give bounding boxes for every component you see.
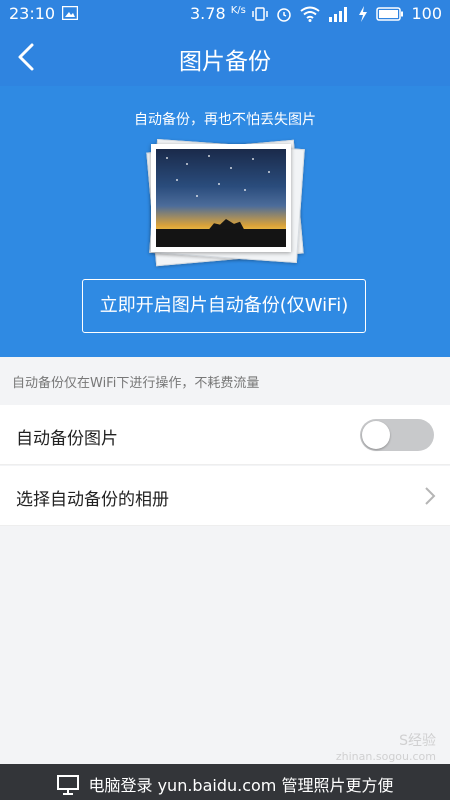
enable-auto-backup-button[interactable]: 立即开启图片自动备份(仅WiFi)	[82, 279, 366, 333]
auto-backup-toggle[interactable]	[360, 419, 434, 451]
app-bar: 图片备份	[0, 28, 450, 86]
image-notification-icon	[62, 6, 78, 20]
status-time: 23:10	[9, 4, 56, 23]
wifi-note-text: 自动备份仅在WiFi下进行操作，不耗费流量	[12, 376, 260, 391]
watermark: S经验 zhinan.sogou.com	[336, 730, 436, 763]
select-album-label: 选择自动备份的相册	[16, 490, 169, 510]
auto-backup-label: 自动备份图片	[16, 429, 118, 449]
vibrate-icon	[252, 7, 268, 21]
auto-backup-row[interactable]: 自动备份图片	[0, 405, 450, 465]
watermark-line1: S经验	[399, 733, 436, 749]
photo-front	[151, 144, 291, 252]
signal-icon	[329, 7, 347, 22]
toggle-knob	[362, 421, 390, 449]
alarm-icon	[277, 8, 291, 22]
monitor-icon	[56, 775, 79, 795]
net-speed: 3.78 K/s	[190, 4, 246, 23]
hero-caption: 自动备份，再也不怕丢失图片	[134, 112, 316, 128]
footer-text: 电脑登录 yun.baidu.com 管理照片更方便	[88, 776, 394, 795]
charging-icon	[359, 6, 367, 22]
night-sky-photo	[156, 149, 286, 247]
wifi-icon	[300, 6, 320, 22]
watermark-line2: zhinan.sogou.com	[335, 750, 436, 763]
page-title: 图片备份	[179, 49, 271, 75]
chevron-right-icon	[425, 487, 436, 505]
select-album-row[interactable]: 选择自动备份的相册	[0, 466, 450, 526]
backup-hero: 自动备份，再也不怕丢失图片 立即开启图片自动备份(仅WiFi)	[0, 86, 450, 357]
wifi-note: 自动备份仅在WiFi下进行操作，不耗费流量	[0, 357, 450, 405]
status-bar: 23:10 3.78 K/s 100	[0, 0, 450, 28]
battery-icon	[376, 7, 403, 21]
footer-banner[interactable]: 电脑登录 yun.baidu.com 管理照片更方便	[0, 764, 450, 800]
status-icons	[252, 5, 404, 23]
battery-level: 100	[411, 4, 442, 23]
